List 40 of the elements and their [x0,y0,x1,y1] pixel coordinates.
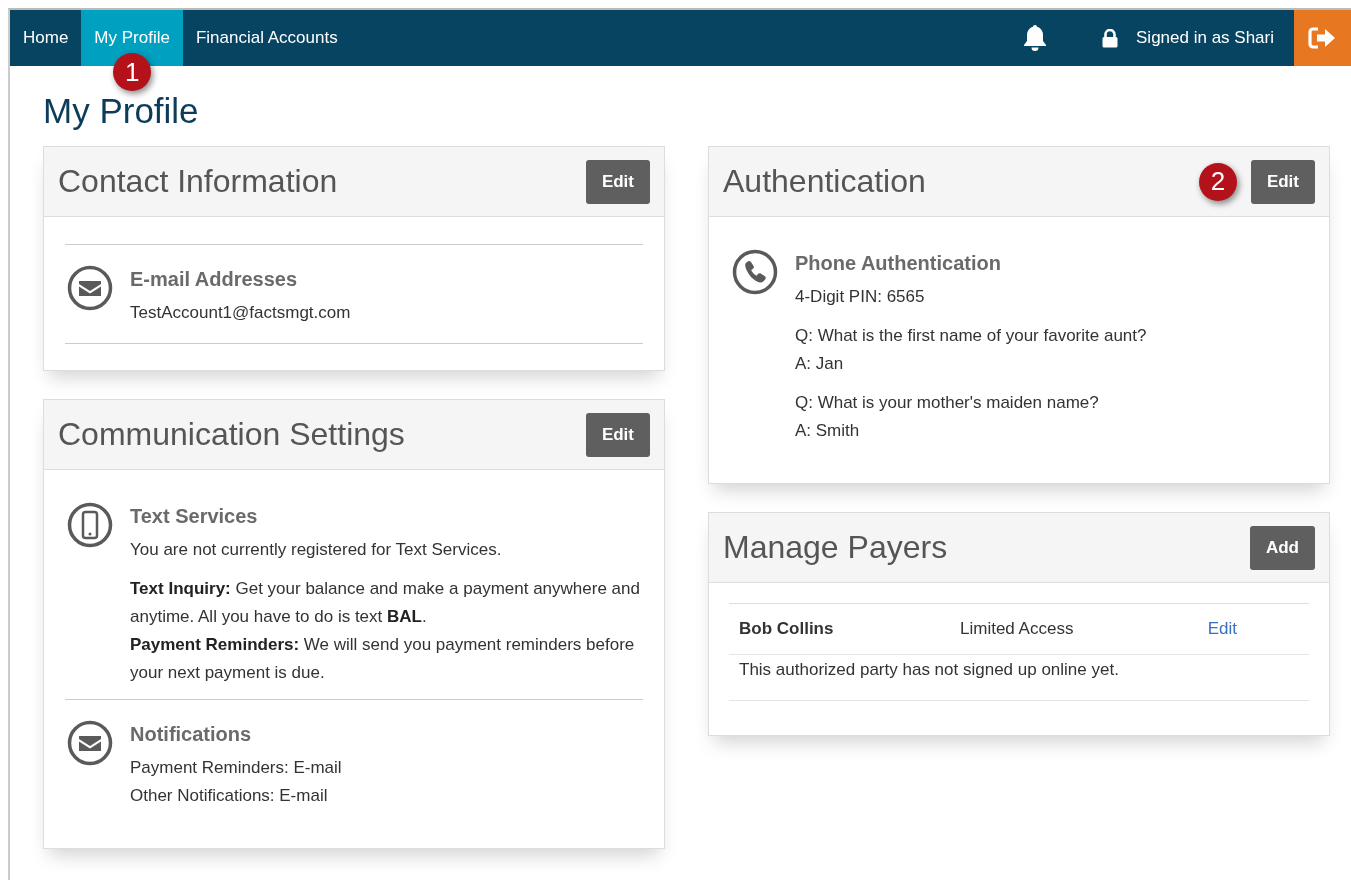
info-text: Payment Reminders: We will send you payment reminders before your next payment is due. [130,634,636,684]
section-heading: Text Services [130,504,259,529]
info-text: Q: What is your mother's maiden name? [795,392,1100,414]
info-text: A: Smith [795,420,861,442]
access-level: Limited Access [960,619,1075,639]
edit-button[interactable]: Edit [585,159,650,204]
nav-tab[interactable]: Financial Accounts [182,10,351,66]
card-title: Manage Payers [723,529,948,566]
signed-in-label: Signed in as Shari [1136,28,1274,48]
info-text: 4-Digit PIN: 6565 [795,286,926,308]
add-button[interactable]: Add [1249,525,1315,570]
edit-link[interactable]: Edit [1207,619,1237,639]
info-text: Q: What is the first name of your favorite aunt? [795,325,1147,347]
bell-icon[interactable] [1022,24,1048,52]
card-title: Communication Settings [58,416,405,453]
payer-name: Bob Collins [739,619,835,639]
info-text: Payment Reminders: E-mail [130,757,342,779]
page-title: My Profile [43,91,200,131]
edit-button[interactable]: Edit [585,412,650,457]
card-title: Authentication [723,163,926,200]
lock-icon [1102,28,1118,48]
section-heading: Phone Authentication [795,251,1002,276]
payer-note: This authorized party has not signed up online yet. [739,660,1119,679]
info-text: TestAccount1@factsmgt.com [130,302,351,324]
callout-marker: 1 [113,53,152,91]
mobile-phone-icon [67,502,113,548]
section-heading: Notifications [130,722,253,747]
nav-tab[interactable]: Home [10,10,82,66]
section-heading: E-mail Addresses [130,267,299,292]
info-text: You are not currently registered for Text Services. [130,539,503,561]
info-text: A: Jan [795,353,845,375]
info-text: Text Inquiry: Get your balance and make a payment anywhere and anytime. All you have to do is text BAL. [130,578,641,628]
phone-icon [732,249,778,295]
envelope-icon [67,720,113,766]
callout-marker: 2 [1198,162,1237,201]
envelope-icon [67,265,113,311]
sign-out-button[interactable] [1294,10,1351,66]
info-text: Other Notifications: E-mail [130,785,329,807]
edit-button[interactable]: Edit [1250,159,1315,204]
card-title: Contact Information [58,163,338,200]
